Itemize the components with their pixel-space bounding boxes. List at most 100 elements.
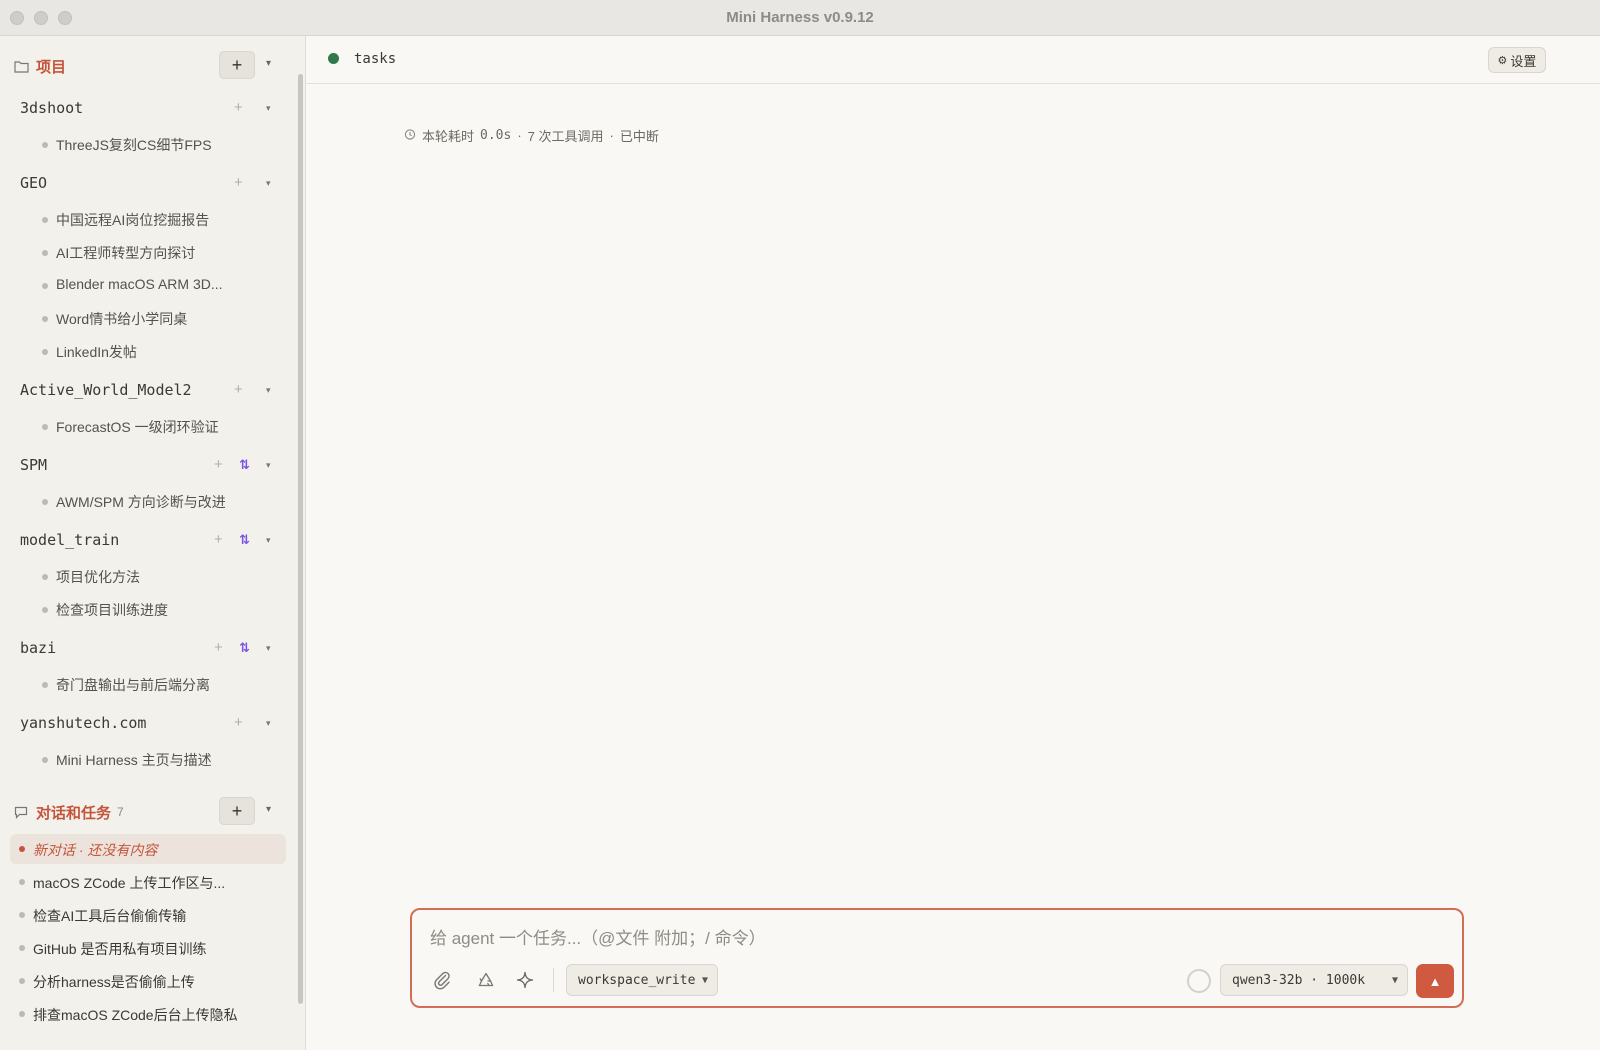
conversation-item[interactable]: 检查AI工具后台偷偷传输 [10, 900, 286, 930]
thread-item[interactable]: Blender macOS ARM 3D... [0, 271, 290, 299]
thread-label: 项目优化方法 [56, 569, 140, 585]
task-input[interactable] [430, 926, 1430, 952]
conversation-dot [19, 879, 25, 885]
project-row[interactable]: model_train + ⇅ ▾ [0, 526, 290, 556]
thread-label: ThreeJS复刻CS细节FPS [56, 137, 212, 153]
thread-dot [42, 349, 48, 355]
conversations-count: 7 [117, 805, 124, 819]
sync-icon[interactable]: ⇅ [239, 532, 250, 548]
add-thread-button[interactable]: + [234, 381, 243, 398]
conversation-dot [19, 945, 25, 951]
thread-dot [42, 607, 48, 613]
conversation-item[interactable]: macOS ZCode 上传工作区与... [10, 867, 286, 897]
minimize-window-button[interactable] [34, 11, 48, 25]
thread-item[interactable]: LinkedIn发帖 [0, 337, 290, 365]
main-panel: tasks ⚙ 设置 本轮耗时 0.0s · 7 次工具调用 · 已中断 给 a… [306, 36, 1600, 1050]
project-collapse-caret[interactable]: ▾ [266, 718, 271, 729]
model-select[interactable]: qwen3-32b · 1000k ▼ [1220, 964, 1408, 996]
project-collapse-caret[interactable]: ▾ [266, 385, 271, 396]
project-row[interactable]: Active_World_Model2 + ▾ [0, 376, 290, 406]
thread-label: AWM/SPM 方向诊断与改进 [56, 494, 226, 510]
thread-dot [42, 757, 48, 763]
thread-dot [42, 682, 48, 688]
project-row[interactable]: SPM + ⇅ ▾ [0, 451, 290, 481]
duration-prefix: 本轮耗时 [422, 129, 475, 144]
project-row[interactable]: GEO + ▾ [0, 169, 290, 199]
thread-item[interactable]: 检查项目训练进度 [0, 595, 290, 623]
thread-item[interactable]: Word情书给小学同桌 [0, 304, 290, 332]
thread-item[interactable]: 项目优化方法 [0, 562, 290, 590]
conversation-label: 新对话 · 还没有内容 [33, 842, 158, 858]
conversation-item[interactable]: GitHub 是否用私有项目训练 [10, 933, 286, 963]
conversation-dot [19, 846, 25, 852]
project-row[interactable]: yanshutech.com + ▾ [0, 709, 290, 739]
close-window-button[interactable] [10, 11, 24, 25]
thread-item[interactable]: AI工程师转型方向探讨 [0, 238, 290, 266]
sync-icon[interactable]: ⇅ [239, 457, 250, 473]
thread-item[interactable]: AWM/SPM 方向诊断与改进 [0, 487, 290, 515]
zoom-window-button[interactable] [58, 11, 72, 25]
conversation-dot [19, 978, 25, 984]
add-thread-button[interactable]: + [234, 99, 243, 116]
thread-dot [42, 499, 48, 505]
project-name: 3dshoot [20, 99, 84, 117]
sidebar-scrollbar[interactable] [298, 74, 303, 1004]
conversation-item[interactable]: 排查macOS ZCode后台上传隐私 [10, 999, 286, 1029]
settings-label: 设置 [1510, 53, 1537, 69]
conversation-dot [19, 912, 25, 918]
sync-icon[interactable]: ⇅ [239, 640, 250, 656]
conversation-dot [19, 1011, 25, 1017]
thread-label: AI工程师转型方向探讨 [56, 245, 196, 261]
tool-calls-count: 7 次工具调用 [527, 129, 604, 144]
stats-separator: · [517, 128, 522, 143]
send-button[interactable]: ▲ [1416, 964, 1454, 998]
recycle-icon[interactable] [474, 968, 498, 992]
thread-item[interactable]: ForecastOS 一级闭环验证 [0, 412, 290, 440]
conversation-item-active[interactable]: 新对话 · 还没有内容 [10, 834, 286, 864]
permission-mode-select[interactable]: workspace_write ▼ [566, 964, 718, 996]
settings-button[interactable]: ⚙ 设置 [1488, 47, 1546, 73]
add-conversation-button[interactable]: + [219, 797, 255, 825]
thread-item[interactable]: ThreeJS复刻CS细节FPS [0, 130, 290, 158]
permission-mode-value: workspace_write [578, 972, 696, 988]
thread-item[interactable]: 奇门盘输出与前后端分离 [0, 670, 290, 698]
add-thread-button[interactable]: + [214, 531, 223, 548]
conversation-item[interactable]: 分析harness是否偷偷上传 [10, 966, 286, 996]
conversations-section-title: 对话和任务 [36, 804, 112, 822]
add-project-button[interactable]: + [219, 51, 255, 79]
project-collapse-caret[interactable]: ▾ [266, 103, 271, 114]
title-bar: Mini Harness v0.9.12 [0, 0, 1600, 36]
project-row[interactable]: bazi + ⇅ ▾ [0, 634, 290, 664]
thread-dot [42, 142, 48, 148]
project-collapse-caret[interactable]: ▾ [266, 460, 271, 471]
add-thread-button[interactable]: + [214, 639, 223, 656]
project-collapse-caret[interactable]: ▾ [266, 535, 271, 546]
stats-separator: · [609, 128, 614, 143]
add-thread-button[interactable]: + [214, 456, 223, 473]
projects-collapse-caret[interactable]: ▾ [266, 58, 271, 69]
conversations-section-header: 对话和任务 7 + ▾ [14, 797, 284, 826]
project-name: yanshutech.com [20, 714, 147, 732]
run-state: 已中断 [619, 129, 659, 144]
chevron-down-icon: ▼ [701, 975, 708, 986]
project-collapse-caret[interactable]: ▾ [266, 178, 271, 189]
project-row[interactable]: 3dshoot + ▾ [0, 94, 290, 124]
project-name: SPM [20, 456, 48, 474]
thread-item[interactable]: 中国远程AI岗位挖掘报告 [0, 205, 290, 233]
thread-item[interactable]: Mini Harness 主页与描述 [0, 745, 290, 773]
project-collapse-caret[interactable]: ▾ [266, 643, 271, 654]
add-thread-button[interactable]: + [234, 174, 243, 191]
paperclip-icon[interactable] [430, 968, 454, 992]
conversation-label: 检查AI工具后台偷偷传输 [33, 908, 187, 924]
thread-label: Mini Harness 主页与描述 [56, 752, 212, 768]
sparkle-icon[interactable] [513, 968, 537, 992]
status-indicator [328, 53, 339, 64]
window-title: Mini Harness v0.9.12 [726, 9, 874, 26]
tasks-tab[interactable]: tasks [354, 51, 396, 67]
timer-icon [404, 128, 416, 143]
thread-dot [42, 283, 48, 289]
conversations-collapse-caret[interactable]: ▾ [266, 804, 271, 815]
thread-label: LinkedIn发帖 [56, 344, 137, 360]
gear-icon: ⚙ [1497, 54, 1508, 67]
add-thread-button[interactable]: + [234, 714, 243, 731]
